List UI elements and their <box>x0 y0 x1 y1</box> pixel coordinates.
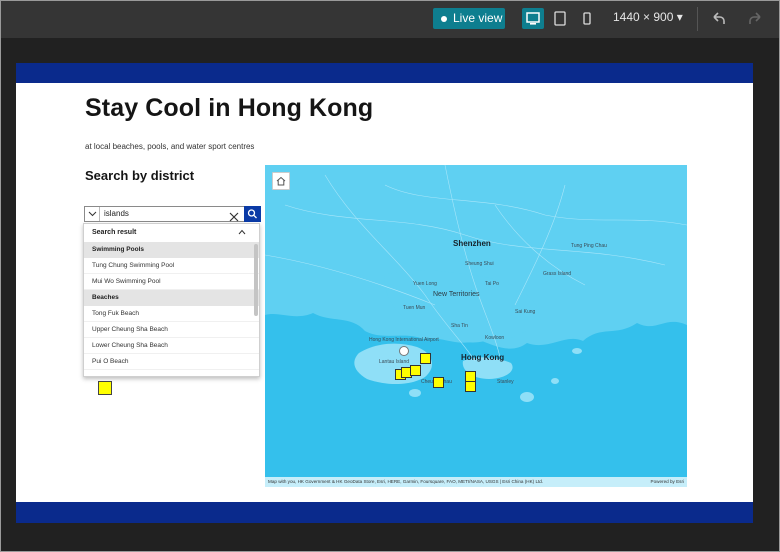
result-item[interactable]: Tong Fuk Beach <box>84 306 259 322</box>
search-input[interactable]: islands <box>104 209 129 218</box>
chevron-up-icon <box>238 229 246 235</box>
results-scrollbar[interactable] <box>254 244 258 316</box>
search-icon <box>247 209 257 219</box>
map-label: Kowloon <box>485 335 505 341</box>
tablet-device-button[interactable] <box>549 8 571 29</box>
builder-toolbar: Live view 1440 × 900 ▾ <box>1 1 779 38</box>
map-label: Grass Island <box>543 271 572 277</box>
result-item[interactable]: Upper Cheung Sha Beach <box>84 322 259 338</box>
map-label: Tuen Mun <box>403 305 426 311</box>
map-label: Stanley <box>497 379 514 385</box>
map-label: Tung Ping Chau <box>571 243 607 249</box>
live-view-label: Live view <box>453 11 503 25</box>
result-item[interactable]: Lower Cheung Sha Beach <box>84 338 259 354</box>
home-button[interactable] <box>272 172 290 190</box>
screen-size-value: 1440 × 900 <box>613 10 674 24</box>
map-label: Sha Tin <box>451 323 468 329</box>
result-item[interactable]: Mui Wo Swimming Pool <box>84 274 259 290</box>
result-group-pools: Swimming Pools <box>84 242 259 258</box>
footer-band <box>16 502 753 523</box>
desktop-device-button[interactable] <box>522 8 544 29</box>
search-button[interactable] <box>244 206 261 222</box>
result-group-beaches: Beaches <box>84 290 259 306</box>
toolbar-divider <box>697 7 698 31</box>
powered-by-esri[interactable]: Powered by Esri <box>651 479 684 484</box>
map-label: Shenzhen <box>453 239 491 248</box>
caret-down-icon: ▾ <box>676 10 683 24</box>
map-poi-marker[interactable] <box>433 377 444 388</box>
phone-icon <box>583 12 591 25</box>
district-search: islands <box>84 206 261 222</box>
redo-button[interactable] <box>747 10 765 28</box>
legend-marker-swatch <box>98 381 112 395</box>
attribution-text: Map with you, HK Government & HK GeoData… <box>268 479 544 484</box>
live-view-button[interactable]: Live view <box>433 8 505 29</box>
page-subtitle: at local beaches, pools, and water sport… <box>85 142 255 151</box>
map-view[interactable]: Shenzhen Tung Ping Chau Sheung Shui Gras… <box>265 165 687 487</box>
undo-button[interactable] <box>709 10 727 28</box>
search-result-title: Search result <box>92 229 137 236</box>
screen-size-select[interactable]: 1440 × 900 ▾ <box>613 10 683 24</box>
search-source-dropdown[interactable] <box>85 207 100 221</box>
live-dot-icon <box>441 16 447 22</box>
phone-device-button[interactable] <box>576 8 598 29</box>
result-item[interactable]: Tung Chung Swimming Pool <box>84 258 259 274</box>
clear-search-button[interactable] <box>229 209 239 222</box>
home-icon <box>276 176 286 186</box>
map-poi-marker[interactable] <box>410 365 421 376</box>
map-label: Yuen Long <box>413 281 437 287</box>
page-preview: Stay Cool in Hong Kong at local beaches,… <box>16 63 753 523</box>
map-label: Sai Kung <box>515 309 536 315</box>
page-title: Stay Cool in Hong Kong <box>85 94 374 122</box>
map-label: Hong Kong International Airport <box>369 337 439 343</box>
search-by-district-heading: Search by district <box>85 168 195 183</box>
map-label: Tai Po <box>485 281 499 287</box>
map-poi-marker[interactable] <box>420 353 431 364</box>
map-label: Sheung Shui <box>465 261 494 267</box>
redo-icon <box>749 12 761 24</box>
undo-icon <box>713 12 725 24</box>
tablet-icon <box>554 11 566 26</box>
map-poi-marker[interactable] <box>465 381 476 392</box>
map-attribution: Map with you, HK Government & HK GeoData… <box>265 477 687 487</box>
result-item[interactable]: Pui O Beach <box>84 354 259 370</box>
basemap <box>265 165 687 402</box>
chevron-down-icon <box>88 211 97 217</box>
search-results-panel: Search result Swimming Pools Tung Chung … <box>83 223 260 377</box>
desktop-icon <box>526 12 540 25</box>
header-band <box>16 63 753 83</box>
close-icon <box>229 212 239 222</box>
search-result-header[interactable]: Search result <box>84 224 259 242</box>
airport-marker[interactable] <box>398 345 410 357</box>
map-label: Hong Kong <box>461 353 505 362</box>
map-label: Lantau Island <box>379 359 410 365</box>
map-label: New Territories <box>433 291 480 298</box>
